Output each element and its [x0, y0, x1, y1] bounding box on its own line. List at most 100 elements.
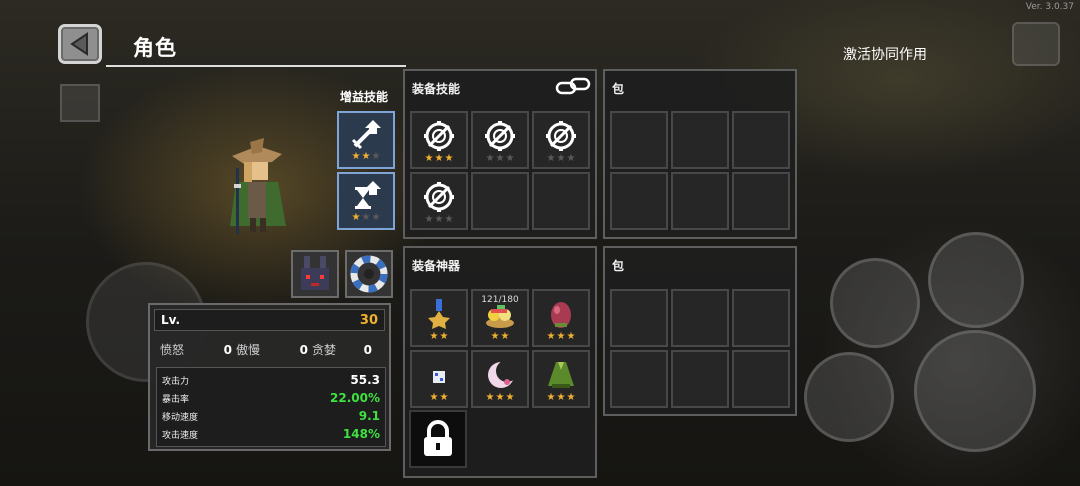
star-filled-icon: ★ [556, 392, 566, 403]
star-filled-icon: ★ [434, 153, 444, 164]
star-filled-icon: ★ [424, 153, 434, 164]
star-empty-icon: ★ [485, 153, 495, 164]
star-filled-icon: ★ [566, 392, 576, 403]
star-empty-icon: ★ [371, 212, 381, 223]
red-egg-icon [551, 302, 571, 328]
buff-skill-slot-1[interactable]: ★ ★ ★ [337, 111, 395, 169]
stat-label: 移动速度 [162, 412, 199, 423]
character-stats-panel: Lv. 30 愤怒 0 傲慢 0 贪婪 0 攻击力 55.3 暴击率 22.00… [148, 303, 391, 451]
version-label: Ver. 3.0.37 [1025, 2, 1074, 12]
bag-slot[interactable] [671, 111, 729, 169]
star-filled-icon: ★ [546, 392, 556, 403]
skill-slot[interactable]: ★ ★ ★ [471, 111, 529, 169]
star-filled-icon: ★ [361, 151, 371, 162]
crescent-moon-icon [488, 360, 515, 388]
slot-stars: ★ ★ ★ [473, 393, 527, 403]
back-arrow-icon [70, 32, 88, 56]
sin-value: 0 [223, 342, 232, 357]
stat-value: 55.3 [350, 373, 380, 387]
bag-grid [610, 289, 790, 408]
bag-panel-skills: 包 [603, 69, 797, 239]
page-title: 角色 [133, 36, 177, 60]
buff-stars: ★ ★ ★ [352, 152, 381, 162]
level-value: 30 [359, 312, 378, 328]
star-empty-icon: ★ [495, 153, 505, 164]
background-joystick-dash [804, 352, 894, 442]
slot-stars: ★ ★ ★ [534, 393, 588, 403]
bag-title: 包 [612, 82, 625, 96]
artifact-slot[interactable]: ★ ★ ★ [532, 289, 590, 347]
star-empty-icon: ★ [505, 153, 515, 164]
stat-label: 暴击率 [162, 394, 190, 405]
equipped-artifacts-title: 装备神器 [412, 259, 461, 273]
stat-row: 攻击速度 148% [162, 425, 380, 443]
star-filled-icon: ★ [490, 331, 500, 342]
bag-slot[interactable] [610, 111, 668, 169]
star-filled-icon: ★ [444, 153, 454, 164]
star-empty-icon: ★ [444, 214, 454, 225]
stat-row: 移动速度 9.1 [162, 407, 380, 425]
disabled-skill-icon [546, 121, 576, 151]
buff-skill-slot-2[interactable]: ★ ★ ★ [337, 172, 395, 230]
bag-slot[interactable] [732, 172, 790, 230]
bag-slot[interactable] [671, 350, 729, 408]
bag-slot[interactable] [732, 111, 790, 169]
bag-slot[interactable] [610, 172, 668, 230]
medal-icon [428, 299, 450, 329]
artifact-slot[interactable]: ★ ★ ★ [532, 350, 590, 408]
pet-slot-1[interactable] [291, 250, 339, 298]
star-filled-icon: ★ [566, 331, 576, 342]
skill-slot[interactable] [532, 172, 590, 230]
background-joystick-skill [928, 232, 1024, 328]
skill-slot[interactable] [471, 172, 529, 230]
sin-value: 0 [299, 342, 308, 357]
slot-stars: ★ ★ ★ [473, 154, 527, 164]
bag-title: 包 [612, 259, 625, 273]
bag-slot[interactable] [671, 289, 729, 347]
pet-slot-2[interactable] [345, 250, 393, 298]
bag-slot[interactable] [671, 172, 729, 230]
bag-slot[interactable] [732, 289, 790, 347]
artifact-slot[interactable]: ★ ★ [410, 289, 468, 347]
star-filled-icon: ★ [439, 331, 449, 342]
star-filled-icon: ★ [351, 212, 361, 223]
substats-box: 攻击力 55.3 暴击率 22.00% 移动速度 9.1 攻击速度 148% [156, 367, 386, 447]
bag-slot[interactable] [610, 289, 668, 347]
background-button [60, 84, 100, 122]
artifact-slot[interactable]: ★ ★ [410, 350, 468, 408]
background-joystick-right [830, 258, 920, 348]
buff-stars: ★ ★ ★ [352, 213, 381, 223]
stat-value: 22.00% [330, 391, 380, 405]
slot-stars: ★ ★ ★ [412, 154, 466, 164]
item-charge-count: 121/180 [481, 295, 519, 305]
sin-label: 愤怒 [160, 343, 185, 357]
artifact-slot[interactable]: 121/180 ★ ★ [471, 289, 529, 347]
level-label: Lv. [161, 313, 181, 327]
level-bar: Lv. 30 [154, 309, 385, 331]
chain-link-icon[interactable] [555, 77, 593, 97]
star-empty-icon: ★ [556, 153, 566, 164]
stat-value: 148% [342, 427, 380, 441]
stat-value: 9.1 [358, 409, 380, 423]
activate-synergy-button[interactable]: 激活协同作用 [843, 44, 927, 64]
back-button[interactable] [58, 24, 102, 64]
dice-icon [433, 371, 445, 383]
artifact-slot[interactable]: ★ ★ ★ [471, 350, 529, 408]
background-button [1012, 22, 1060, 66]
skill-slot[interactable]: ★ ★ ★ [410, 172, 468, 230]
skill-slot[interactable]: ★ ★ ★ [532, 111, 590, 169]
slot-stars: ★ ★ [473, 332, 527, 342]
slot-stars: ★ ★ ★ [534, 154, 588, 164]
locked-artifact-slot[interactable] [409, 410, 467, 468]
bag-panel-artifacts: 包 [603, 246, 797, 416]
skill-slot[interactable]: ★ ★ ★ [410, 111, 468, 169]
background-attack-button [914, 330, 1036, 452]
star-filled-icon: ★ [546, 331, 556, 342]
bag-slot[interactable] [732, 350, 790, 408]
sword-upgrade-icon [351, 120, 381, 150]
star-empty-icon: ★ [546, 153, 556, 164]
bag-slot[interactable] [610, 350, 668, 408]
sin-label: 贪婪 [312, 343, 337, 357]
sin-label: 傲慢 [236, 343, 261, 357]
star-filled-icon: ★ [429, 331, 439, 342]
